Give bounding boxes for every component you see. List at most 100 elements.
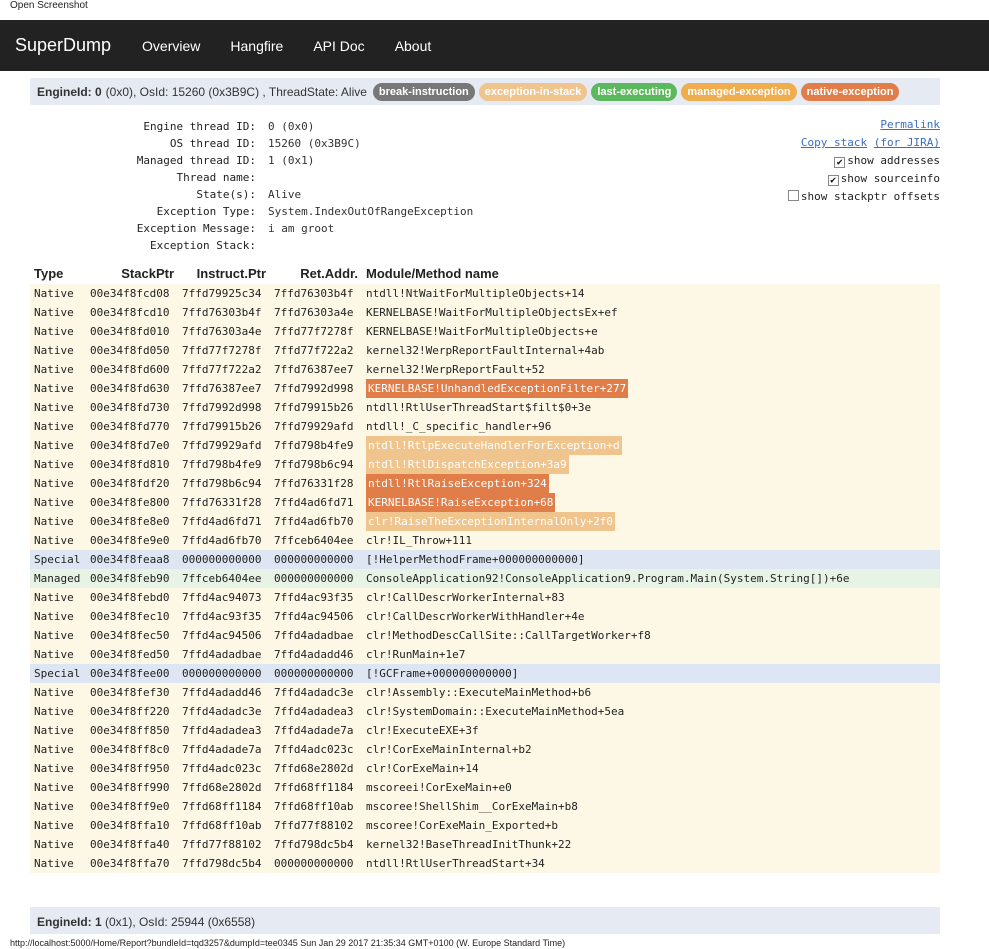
thread-tag-managed-exception[interactable]: managed-exception [681, 82, 797, 101]
property-label: Exception Type: [156, 205, 256, 218]
frame-method: kernel32!WerpReportFaultInternal+4ab [362, 341, 940, 360]
stack-frame-row: Native 00e34f8fd730 7ffd7992d998 7ffd79915b… [30, 398, 940, 417]
property-value: i am groot [268, 222, 335, 235]
frame-method: ntdll!RtlRaiseException+324 [366, 474, 549, 493]
frame-instruct-ptr: 7ffd79925c34 [178, 284, 270, 303]
frame-instruct-ptr: 7ffceb6404ee [178, 569, 270, 588]
frame-type: Native [30, 835, 86, 854]
thread-tag-native-exception[interactable]: native-exception [800, 82, 900, 101]
stack-frame-row: Native 00e34f8fd770 7ffd79915b26 7ffd79929a… [30, 417, 940, 436]
permalink-link[interactable]: Permalink [880, 118, 940, 131]
frame-method-cell: ntdll!RtlDispatchException+3a9 [362, 455, 940, 474]
frame-stackptr: 00e34f8fee00 [86, 664, 178, 683]
frame-method: kernel32!BaseThreadInitThunk+22 [362, 835, 940, 854]
copy-stack-jira-link[interactable]: (for JIRA) [874, 136, 940, 149]
frame-instruct-ptr: 7ffd4adadea3 [178, 721, 270, 740]
header-stackptr: StackPtr [121, 265, 174, 281]
frame-method: ConsoleApplication92!ConsoleApplication9… [362, 569, 940, 588]
frame-stackptr: 00e34f8ff990 [86, 778, 178, 797]
thread-header-text: (0x0), OsId: 15260 (0x3B9C) , ThreadStat… [105, 84, 367, 99]
property-label: Thread name: [176, 171, 256, 184]
show-addresses-checkbox[interactable]: ✔ [834, 157, 846, 168]
property-row: Engine thread ID: 0 (0x0) [30, 118, 473, 135]
stack-frame-row: Native 00e34f8fd7e0 7ffd79929afd 7ffd798b4f… [30, 436, 940, 455]
frame-ret-addr: 000000000000 [270, 664, 362, 683]
stack-frame-row: Native 00e34f8fdf20 7ffd798b6c94 7ffd76331f… [30, 474, 940, 493]
frame-ret-addr: 7ffd4ad6fd71 [270, 493, 362, 512]
nav-link-api-doc[interactable]: API Doc [313, 38, 364, 54]
nav-link-hangfire[interactable]: Hangfire [230, 38, 283, 54]
frame-method: KERNELBASE!UnhandledExceptionFilter+277 [366, 379, 629, 398]
frame-type: Native [30, 778, 86, 797]
thread-tag-exception-in-stack[interactable]: exception-in-stack [478, 82, 588, 101]
thread-tag-break-instruction[interactable]: break-instruction [372, 82, 475, 101]
frame-stackptr: 00e34f8feb90 [86, 569, 178, 588]
frame-instruct-ptr: 7ffd4adade7a [178, 740, 270, 759]
frame-ret-addr: 7ffd76387ee7 [270, 360, 362, 379]
frame-ret-addr: 7ffd4ad6fb70 [270, 512, 362, 531]
stack-frame-row: Native 00e34f8fec10 7ffd4ac93f35 7ffd4ac945… [30, 607, 940, 626]
stack-frame-row: Native 00e34f8fed50 7ffd4adadbae 7ffd4adadd… [30, 645, 940, 664]
stack-frame-row: Native 00e34f8ff8c0 7ffd4adade7a 7ffd4adc02… [30, 740, 940, 759]
stack-frame-row: Native 00e34f8ff850 7ffd4adadea3 7ffd4adade… [30, 721, 940, 740]
frame-stackptr: 00e34f8ff8c0 [86, 740, 178, 759]
stack-frame-row: Native 00e34f8fd600 7ffd77f722a2 7ffd76387e… [30, 360, 940, 379]
frame-method: ntdll!RtlUserThreadStart$filt$0+3e [362, 398, 940, 417]
frame-stackptr: 00e34f8fd770 [86, 417, 178, 436]
frame-type: Native [30, 512, 86, 531]
frame-type: Native [30, 683, 86, 702]
frame-ret-addr: 7ffd798b4fe9 [270, 436, 362, 455]
frame-instruct-ptr: 7ffd798b4fe9 [178, 455, 270, 474]
frame-method: clr!RunMain+1e7 [362, 645, 940, 664]
frame-ret-addr: 7ffd79929afd [270, 417, 362, 436]
frame-stackptr: 00e34f8ff850 [86, 721, 178, 740]
frame-ret-addr: 7ffd79915b26 [270, 398, 362, 417]
show-stackptr-offsets-checkbox[interactable] [787, 190, 799, 201]
property-label: Managed thread ID: [136, 154, 256, 167]
frame-method: clr!CallDescrWorkerWithHandler+4e [362, 607, 940, 626]
property-label: Exception Stack: [150, 239, 256, 252]
next-thread-header: EngineId: 1 (0x1), OsId: 25944 (0x6558) [30, 907, 940, 934]
nav-link-overview[interactable]: Overview [142, 38, 200, 54]
frame-instruct-ptr: 7ffd76331f28 [178, 493, 270, 512]
frame-stackptr: 00e34f8fec50 [86, 626, 178, 645]
stack-frame-row: Native 00e34f8ff950 7ffd4adc023c 7ffd68e280… [30, 759, 940, 778]
frame-type: Native [30, 474, 86, 493]
stack-trace-table: Type StackPtr Instruct.Ptr Ret.Addr. Mod… [30, 262, 940, 873]
frame-instruct-ptr: 7ffd76303b4f [178, 303, 270, 322]
property-label: OS thread ID: [169, 137, 256, 150]
property-row: OS thread ID: 15260 (0x3B9C) [30, 135, 473, 152]
stack-frame-row: Native 00e34f8fd050 7ffd77f7278f 7ffd77f722… [30, 341, 940, 360]
stack-frame-row: Managed 00e34f8feb90 7ffceb6404ee 000000000… [30, 569, 940, 588]
frame-instruct-ptr: 7ffd4ad6fd71 [178, 512, 270, 531]
frame-ret-addr: 000000000000 [270, 569, 362, 588]
frame-type: Native [30, 417, 86, 436]
nav-link-about[interactable]: About [395, 38, 432, 54]
frame-ret-addr: 7ffd4ac94506 [270, 607, 362, 626]
property-label: State(s): [196, 188, 256, 201]
frame-instruct-ptr: 7ffd4adadd46 [178, 683, 270, 702]
frame-type: Native [30, 854, 86, 873]
frame-stackptr: 00e34f8fd010 [86, 322, 178, 341]
stack-frame-row: Native 00e34f8fe800 7ffd76331f28 7ffd4ad6fd… [30, 493, 940, 512]
frame-method: clr!ExecuteEXE+3f [362, 721, 940, 740]
frame-method: [!GCFrame+000000000000] [362, 664, 940, 683]
frame-ret-addr: 7ffd77f722a2 [270, 341, 362, 360]
thread-tag-last-executing[interactable]: last-executing [591, 82, 678, 101]
frame-type: Native [30, 645, 86, 664]
frame-method: clr!Assembly::ExecuteMainMethod+b6 [362, 683, 940, 702]
copy-stack-link[interactable]: Copy stack [801, 136, 867, 149]
frame-instruct-ptr: 7ffd79929afd [178, 436, 270, 455]
stack-frame-row: Native 00e34f8ff9e0 7ffd68ff1184 7ffd68ff10… [30, 797, 940, 816]
frame-ret-addr: 7ffd4ac93f35 [270, 588, 362, 607]
show-sourceinfo-checkbox[interactable]: ✔ [827, 175, 839, 186]
brand-link[interactable]: SuperDump [15, 35, 111, 56]
property-value: Alive [268, 188, 302, 201]
property-row: Exception Type: System.IndexOutOfRangeExc… [30, 203, 474, 220]
frame-instruct-ptr: 7ffd4ac93f35 [178, 607, 270, 626]
stack-frame-row: Native 00e34f8fcd10 7ffd76303b4f 7ffd76303a… [30, 303, 940, 322]
frame-instruct-ptr: 7ffd4ac94506 [178, 626, 270, 645]
frame-ret-addr: 7ffd76303a4e [270, 303, 362, 322]
frame-stackptr: 00e34f8fd730 [86, 398, 178, 417]
property-row: Exception Stack: [30, 237, 473, 254]
